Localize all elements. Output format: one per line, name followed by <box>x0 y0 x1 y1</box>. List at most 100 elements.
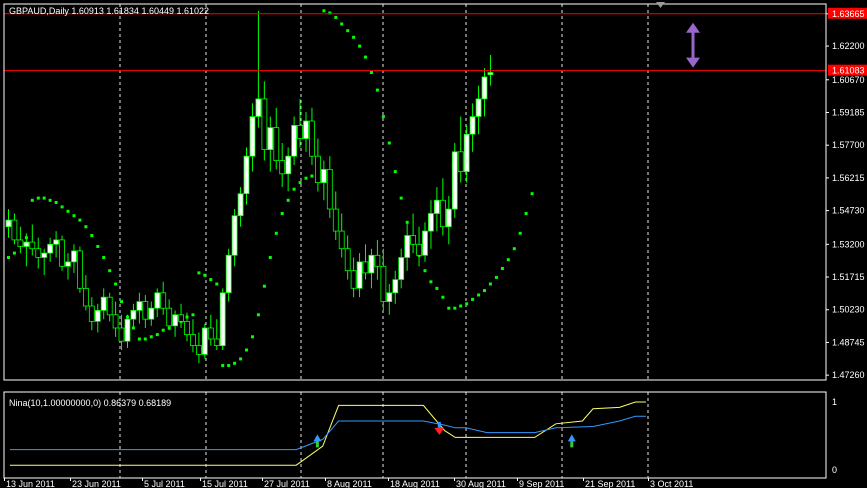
psar-dot <box>84 225 88 229</box>
psar-dot <box>108 269 112 273</box>
candle-body <box>11 219 18 241</box>
candle-body <box>172 314 179 327</box>
psar-dot <box>322 9 326 13</box>
candle-body <box>154 292 161 309</box>
psar-dot <box>102 256 106 259</box>
psar-dot <box>36 196 40 200</box>
candle-body <box>332 208 339 232</box>
candle-body <box>291 125 298 157</box>
psar-dot <box>274 231 278 235</box>
candle-body <box>71 250 77 263</box>
candle-body <box>487 72 494 76</box>
candle-body <box>77 250 83 289</box>
psar-dot <box>352 35 356 39</box>
candle-body <box>398 257 405 280</box>
candle-body <box>213 338 220 346</box>
candle-body <box>279 160 286 175</box>
candle-body <box>356 261 363 289</box>
candle-body <box>350 270 357 289</box>
candle-body <box>53 239 59 245</box>
indicator-tick-label: 0 <box>832 465 837 475</box>
candle-body <box>416 243 423 256</box>
candle-body <box>178 314 185 322</box>
psar-dot <box>233 361 237 365</box>
psar-dot <box>334 15 338 19</box>
candle-body <box>267 127 274 150</box>
buy-arrow-icon <box>313 434 322 442</box>
price-tick-label: 1.48745 <box>832 337 865 347</box>
candle-body <box>297 125 304 140</box>
candle-body <box>320 168 327 183</box>
candle-body <box>142 301 149 320</box>
psar-dot <box>512 247 516 251</box>
date-label: 8 Aug 2011 <box>327 479 372 488</box>
candle-body <box>368 254 375 274</box>
candle-body <box>148 307 155 320</box>
candle-body <box>219 292 226 347</box>
psar-dot <box>375 88 379 92</box>
price-tick-label: 1.57700 <box>832 140 865 150</box>
psar-dot <box>60 205 64 209</box>
candle-body <box>475 98 482 117</box>
candle-body <box>130 309 137 320</box>
candle-body <box>404 235 411 258</box>
candle-body <box>481 76 488 100</box>
psar-dot <box>239 357 243 361</box>
price-tag-label: 1.63665 <box>832 9 865 19</box>
candle-body <box>463 133 470 172</box>
price-tick-label: 1.62200 <box>832 41 865 51</box>
sell-arrow-icon <box>434 427 445 435</box>
psar-dot <box>441 295 445 299</box>
candle-body <box>285 155 292 175</box>
psar-dot <box>435 286 439 290</box>
psar-dot <box>90 234 94 237</box>
psar-dot <box>298 181 302 185</box>
date-label: 5 Jul 2011 <box>144 479 185 488</box>
candle-body <box>83 287 89 307</box>
candle-body <box>23 241 30 247</box>
psar-dot <box>346 29 350 33</box>
candle-body <box>118 327 125 342</box>
date-label: 18 Aug 2011 <box>390 479 440 488</box>
candle-body <box>410 235 417 245</box>
buy-arrow-stem <box>315 441 319 448</box>
indicator-tick-label: 1 <box>832 397 837 407</box>
price-tick-label: 1.60670 <box>832 75 865 85</box>
candle-body <box>392 279 399 294</box>
candle-body <box>362 261 369 274</box>
candle-body <box>303 120 309 140</box>
psar-dot <box>54 201 58 204</box>
indicator-line-blue <box>10 415 646 451</box>
psar-dot <box>203 273 207 277</box>
chart-canvas[interactable]: 1.63665 1.62200 1.60670 1.59185 1.57700 1.562… <box>0 0 867 488</box>
date-label: 23 Jun 2011 <box>72 479 121 488</box>
candle-body <box>249 116 256 157</box>
psar-dot <box>364 55 367 59</box>
psar-dot <box>518 231 522 235</box>
psar-dot <box>42 196 46 200</box>
psar-dot <box>280 212 284 215</box>
candle-body <box>237 193 244 217</box>
psar-dot <box>465 302 469 306</box>
psar-dot <box>477 293 481 297</box>
psar-dot <box>149 335 153 339</box>
candle-body <box>184 320 190 335</box>
psar-dot <box>245 348 248 352</box>
psar-dot <box>78 218 82 222</box>
candle-body <box>29 241 36 250</box>
date-label: 27 Jul 2011 <box>264 479 310 488</box>
candle-body <box>386 292 393 302</box>
price-tick-label: 1.47260 <box>832 370 865 380</box>
psar-dot <box>494 275 498 279</box>
candle-body <box>344 248 351 272</box>
psar-dot <box>30 198 34 202</box>
candle-body <box>59 239 65 267</box>
psar-dot <box>120 300 123 304</box>
candle-body <box>445 208 452 228</box>
candle-body <box>469 116 476 135</box>
psar-dot <box>66 209 70 213</box>
psar-dot <box>483 289 486 293</box>
candle-body <box>65 261 71 267</box>
psar-dot <box>459 304 463 308</box>
candle-body <box>314 155 321 183</box>
